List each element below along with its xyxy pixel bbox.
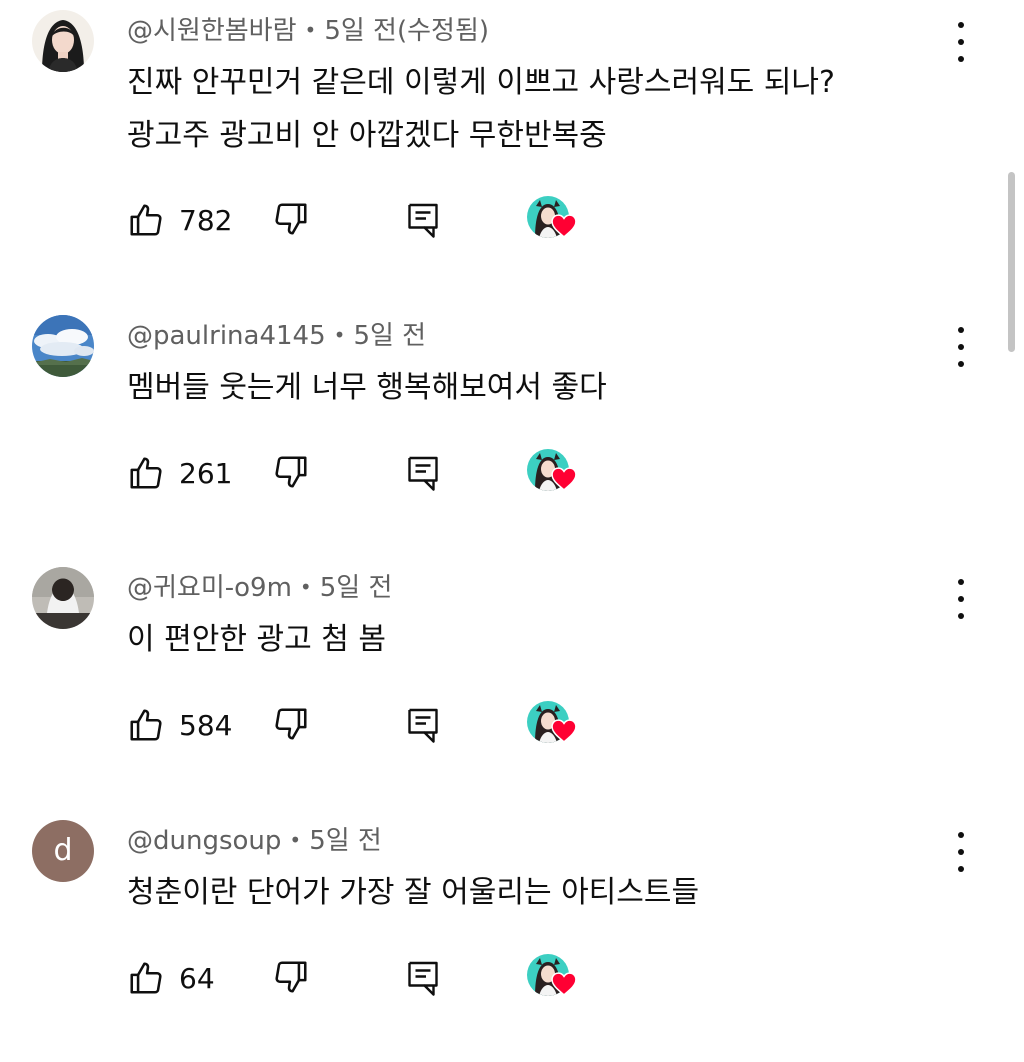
comment-meta: @귀요미-o9m • 5일 전 (127, 569, 392, 606)
author-name[interactable]: @시원한봄바람 (127, 16, 297, 46)
like-count: 584 (179, 708, 233, 742)
scrollbar-thumb[interactable] (1008, 172, 1015, 352)
reply-comment-icon (408, 708, 438, 743)
dislike-button[interactable] (272, 200, 310, 242)
thumbs-up-icon (130, 962, 162, 994)
like-button[interactable]: 782 (127, 198, 232, 242)
author-avatar[interactable] (32, 567, 94, 629)
creator-heart-badge (527, 196, 583, 248)
author-avatar[interactable]: d (32, 820, 94, 882)
dislike-button[interactable] (272, 958, 310, 1000)
like-count: 64 (179, 961, 215, 995)
creator-heart-icon (551, 972, 577, 996)
dislike-button[interactable] (272, 705, 310, 747)
separator-dot: • (304, 18, 317, 42)
thumbs-down-icon (275, 203, 307, 235)
comment-time: 5일 전 (319, 573, 393, 603)
like-button[interactable]: 584 (127, 703, 232, 747)
thumbs-up-icon (130, 204, 162, 236)
comment-item: @귀요미-o9m • 5일 전 이 편안한 광고 첨 봄 584 (0, 557, 1024, 809)
comment-line: 멤버들 웃는게 너무 행복해보여서 좋다 (127, 370, 607, 405)
author-name[interactable]: @귀요미-o9m (127, 573, 292, 603)
more-vertical-icon[interactable] (950, 22, 972, 62)
avatar-letter: d (53, 833, 73, 868)
reply-comment-icon (408, 456, 438, 491)
reply-button[interactable] (405, 705, 441, 749)
comment-text: 이 편안한 광고 첨 봄 (127, 613, 947, 666)
like-button[interactable]: 64 (127, 956, 215, 1000)
reply-button[interactable] (405, 453, 441, 497)
creator-heart-icon (551, 467, 577, 491)
separator-dot: • (333, 323, 346, 347)
dislike-button[interactable] (272, 453, 310, 495)
thumbs-down-icon (275, 456, 307, 488)
thumbs-up-icon (130, 457, 162, 489)
comment-text: 청춘이란 단어가 가장 잘 어울리는 아티스트들 (127, 866, 947, 919)
comment-meta: @dungsoup • 5일 전 (127, 822, 382, 859)
comment-meta: @paulrina4145 • 5일 전 (127, 317, 426, 354)
comment-actions: 782 (127, 196, 627, 244)
creator-heart-badge (527, 449, 583, 501)
comment-time: 5일 전 (309, 826, 382, 856)
more-vertical-icon[interactable] (950, 579, 972, 619)
more-vertical-icon[interactable] (950, 832, 972, 872)
comment-text: 진짜 안꾸민거 같은데 이렇게 이쁘고 사랑스러워도 되나? 광고주 광고비 안… (127, 56, 947, 162)
comment-item: @시원한봄바람 • 5일 전(수정됨) 진짜 안꾸민거 같은데 이렇게 이쁘고 사랑… (0, 0, 1024, 252)
comment-line: 진짜 안꾸민거 같은데 이렇게 이쁘고 사랑스러워도 되나? (127, 65, 835, 100)
comment-actions: 64 (127, 954, 627, 1002)
reply-comment-icon (408, 961, 438, 996)
separator-dot: • (299, 575, 312, 599)
creator-heart-badge (527, 954, 583, 1006)
comment-time: 5일 전(수정됨) (324, 16, 490, 46)
like-count: 261 (179, 456, 233, 490)
author-name[interactable]: @dungsoup (127, 826, 281, 856)
thumbs-up-icon (130, 709, 162, 741)
comment-line: 청춘이란 단어가 가장 잘 어울리는 아티스트들 (127, 875, 700, 910)
comment-item: @paulrina4145 • 5일 전 멤버들 웃는게 너무 행복해보여서 좋다 … (0, 305, 1024, 557)
like-button[interactable]: 261 (127, 451, 232, 495)
comment-text: 멤버들 웃는게 너무 행복해보여서 좋다 (127, 361, 947, 414)
creator-heart-icon (551, 719, 577, 743)
creator-heart-icon (551, 214, 577, 238)
comment-time: 5일 전 (353, 321, 427, 351)
creator-heart-badge (527, 701, 583, 753)
author-avatar[interactable] (32, 10, 94, 72)
comment-actions: 261 (127, 449, 627, 497)
comment-line: 광고주 광고비 안 아깝겠다 무한반복중 (127, 118, 607, 153)
more-vertical-icon[interactable] (950, 327, 972, 367)
reply-button[interactable] (405, 200, 441, 244)
comment-meta: @시원한봄바람 • 5일 전(수정됨) (127, 12, 489, 49)
like-count: 782 (179, 203, 233, 237)
reply-comment-icon (408, 203, 438, 238)
comment-item: d @dungsoup • 5일 전 청춘이란 단어가 가장 잘 어울리는 아티스트… (0, 810, 1024, 1062)
author-avatar[interactable] (32, 315, 94, 377)
reply-button[interactable] (405, 958, 441, 1002)
comment-line: 이 편안한 광고 첨 봄 (127, 622, 386, 657)
author-name[interactable]: @paulrina4145 (127, 321, 326, 351)
thumbs-down-icon (275, 708, 307, 740)
separator-dot: • (289, 828, 302, 852)
comment-actions: 584 (127, 701, 627, 749)
thumbs-down-icon (275, 961, 307, 993)
